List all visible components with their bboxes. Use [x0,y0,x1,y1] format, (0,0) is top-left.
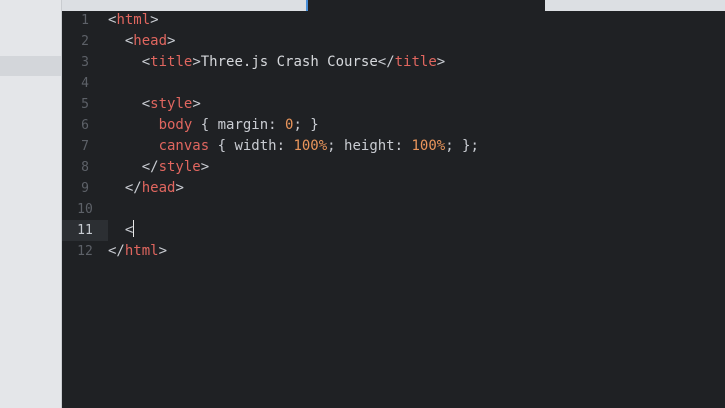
code-token: { margin: [192,117,286,133]
code-token: > [175,180,184,196]
line-number: 6 [81,118,89,133]
line-number: 7 [81,139,89,154]
file-tree-sidebar[interactable] [0,0,62,408]
code-token: > [192,54,201,70]
line-number: 2 [81,34,89,49]
editor-pane[interactable]: 1 <html> 2 <head> 3 <title>Three.js Crash C… [62,11,725,408]
code-token: > [436,54,446,70]
line-number: 8 [81,160,89,175]
code-line[interactable]: 3 <title>Three.js Crash Course</title> [62,52,725,73]
line-number: 11 [62,220,108,241]
line-number: 1 [81,13,89,28]
code-token: title [150,54,193,70]
code-token: html [116,12,151,28]
line-number: 10 [77,202,93,217]
code-line[interactable]: 10 [62,199,725,220]
code-line[interactable]: 7 canvas { width: 100%; height: 100%; }; [62,136,725,157]
code-token: canvas [158,138,210,154]
code-token: > [192,96,201,112]
code-token: > [150,12,159,28]
code-token: title [394,54,437,70]
code-token: </ [141,159,159,175]
code-token: < [124,222,134,238]
code-token: </ [124,180,142,196]
code-token: head [141,180,176,196]
code-token: > [158,243,168,259]
code-token: 100% [293,138,328,154]
file-tree-selected-item[interactable] [0,56,61,76]
code-line[interactable]: 2 <head> [62,31,725,52]
code-token: ; } [293,117,319,133]
code-line[interactable]: 1 <html> [62,10,725,31]
line-number: 4 [81,76,89,91]
code-token: style [150,96,193,112]
code-token: { width: [209,138,294,154]
code-content[interactable]: </head> [108,178,184,199]
code-token: Three.js Crash Course [200,54,378,70]
line-number: 12 [77,244,93,259]
line-number: 5 [81,97,89,112]
code-token: style [158,159,201,175]
code-token: < [141,54,151,70]
code-token: </ [377,54,395,70]
code-token: head [133,33,168,49]
code-line[interactable]: 8 </style> [62,157,725,178]
code-token: ; height: [327,138,412,154]
code-token: ; }; [445,138,479,154]
code-token: </ [108,243,125,259]
code-token: > [200,159,210,175]
line-number: 9 [81,181,89,196]
code-content[interactable]: <title>Three.js Crash Course</title> [108,52,446,73]
code-line[interactable]: 11 < [62,220,725,241]
code-line[interactable]: 5 <style> [62,94,725,115]
code-content[interactable]: <head> [108,31,176,52]
code-content[interactable]: </html> [108,241,167,262]
code-content[interactable]: <html> [108,10,159,31]
code-content[interactable]: < [108,220,135,241]
code-token: html [124,243,159,259]
code-content[interactable]: canvas { width: 100%; height: 100%; }; [108,136,479,157]
line-number: 3 [81,55,89,70]
code-token: 100% [411,138,446,154]
code-line[interactable]: 9 </head> [62,178,725,199]
code-token: body [158,117,193,133]
code-content[interactable]: </style> [108,157,209,178]
code-content[interactable]: <style> [108,94,201,115]
code-line[interactable]: 4 [62,73,725,94]
code-token: < [141,96,151,112]
code-editor-window: 1 <html> 2 <head> 3 <title>Three.js Crash C… [0,0,725,408]
code-line[interactable]: 12 </html> [62,241,725,262]
code-content[interactable]: body { margin: 0; } [108,115,319,136]
text-cursor [133,220,135,237]
code-line[interactable]: 6 body { margin: 0; } [62,115,725,136]
code-token: > [167,33,176,49]
